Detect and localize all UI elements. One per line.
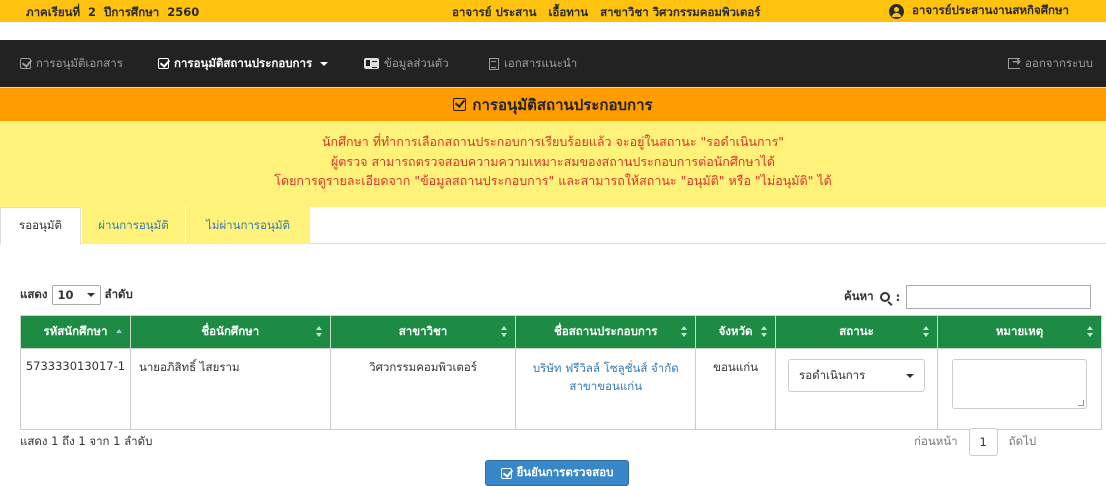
show-label: แสดง [20,287,48,301]
page-length-select[interactable]: 10 [51,285,101,305]
cell-student-id: 573333013017-1 [20,348,131,430]
cell-company: บริษัท ฟรีวิลล์ โซลูชั่นส์ จำกัด สาขาขอน… [515,348,697,430]
top-info-bar: ภาคเรียนที่ 2 ปีการศึกษา 2560 อาจารย์ ปร… [0,0,1106,22]
cell-student-name: นายอภิสิทธิ์ ไสยราม [129,348,331,430]
role-text: อาจารย์ประสานงานสหกิจศึกษา [912,3,1070,17]
search-icon [879,292,890,302]
check-square-icon [158,58,169,69]
chevron-down-icon [86,293,95,297]
search-input[interactable] [906,285,1092,309]
check-square-icon [453,98,467,111]
search-label: ค้นหา [844,289,874,303]
page-number-button[interactable]: 1 [968,428,998,456]
column-header-student-name[interactable]: ชื่อนักศึกษา [129,315,331,349]
status-select[interactable]: รอดำเนินการ [788,359,926,392]
cell-note [937,348,1102,430]
sort-asc-icon [115,326,122,338]
id-card-icon [364,58,379,69]
sort-icon [761,326,768,338]
page-title: การอนุมัติสถานประกอบการ [472,95,653,114]
table-header-row: รหัสนักศึกษา ชื่อนักศึกษา สาขาวิชา ชื่อส… [20,315,1102,349]
nav-label: การอนุมัติเอกสาร [36,55,123,70]
cell-status: รอดำเนินการ [775,348,938,430]
column-header-major[interactable]: สาขาวิชา [329,315,517,349]
semester-text: ภาคเรียนที่ 2 ปีการศึกษา 2560 [26,5,200,19]
nav-label: ข้อมูลส่วนตัว [384,55,449,70]
sort-icon [1087,326,1093,338]
logout-label: ออกจากระบบ [1025,55,1093,70]
page-title-bar: การอนุมัติสถานประกอบการ [0,87,1106,121]
check-square-icon [20,58,31,69]
nav-label: การอนุมัติสถานประกอบการ [174,55,313,70]
sign-out-icon [1008,55,1021,69]
confirm-review-button[interactable]: ยืนยันการตรวจสอบ [485,460,629,486]
sort-icon [501,326,508,338]
company-link[interactable]: บริษัท ฟรีวิลล์ โซลูชั่นส์ จำกัด สาขาขอน… [533,361,679,393]
sort-icon [923,326,929,338]
column-header-status[interactable]: สถานะ [775,315,938,349]
advisor-text: อาจารย์ ประสาน เอื้อทาน สาขาวิชา วิศวกรร… [452,5,761,19]
confirm-label: ยืนยันการตรวจสอบ [516,465,614,479]
cell-province: ขอนแก่น [695,348,777,430]
table-search: ค้นหา : [844,285,1092,309]
unit-label: ลำดับ [104,287,133,301]
column-header-province[interactable]: จังหวัด [695,315,777,349]
nav-item-company-approval[interactable]: การอนุมัติสถานประกอบการ [158,40,329,87]
role-badge: อาจารย์ประสานงานสหกิจศึกษา [889,2,1069,20]
pagination: ก่อนหน้า 1 ถัดไป [914,428,1036,456]
sort-icon [681,326,688,338]
column-header-note[interactable]: หมายเหตุ [937,315,1102,349]
note-textarea[interactable] [952,359,1087,409]
document-icon [489,57,499,70]
table-info: แสดง 1 ถึง 1 จาก 1 ลำดับ [20,434,153,448]
nav-label: เอกสารแนะนำ [504,55,578,70]
chevron-down-icon [320,61,329,66]
nav-item-personal-info[interactable]: ข้อมูลส่วนตัว [364,40,449,87]
sort-icon [315,326,322,338]
user-circle-icon [889,3,904,19]
search-colon: : [895,290,901,304]
notice-line: ผู้ตรวจ สามารถตรวจสอบความความเหมาะสมของส… [330,153,776,169]
column-header-student-id[interactable]: รหัสนักศึกษา [20,315,131,349]
notice-line: โดยการดูรายละเอียดจาก "ข้อมูลสถานประกอบก… [274,173,832,188]
main-navbar: การอนุมัติเอกสาร การอนุมัติสถานประกอบการ… [0,40,1106,87]
tab-approved[interactable]: ผ่านการอนุมัติ [82,207,185,244]
cell-major: วิศวกรรมคอมพิวเตอร์ [329,348,517,430]
status-tabs: รออนุมัติ ผ่านการอนุมัติ ไม่ผ่านการอนุมั… [0,207,1106,245]
tab-pending[interactable]: รออนุมัติ [0,207,81,245]
prev-page-button[interactable]: ก่อนหน้า [914,433,958,451]
column-header-company[interactable]: ชื่อสถานประกอบการ [515,315,697,349]
nav-item-guide-documents[interactable]: เอกสารแนะนำ [489,40,577,87]
tab-rejected[interactable]: ไม่ผ่านการอนุมัติ [186,207,310,244]
next-page-button[interactable]: ถัดไป [1009,433,1037,451]
page-length-control: แสดง 10 ลำดับ [20,285,133,305]
logout-link[interactable]: ออกจากระบบ [1008,40,1093,87]
company-approval-table: รหัสนักศึกษา ชื่อนักศึกษา สาขาวิชา ชื่อส… [20,315,1102,430]
table-row: 573333013017-1 นายอภิสิทธิ์ ไสยราม วิศวก… [20,348,1102,430]
nav-item-document-approval[interactable]: การอนุมัติเอกสาร [20,40,123,87]
chevron-down-icon [906,373,915,378]
page-length-value: 10 [57,288,74,302]
notice-line: นักศึกษา ที่ทำการเลือกสถานประกอบการเรียบ… [321,134,785,149]
status-value: รอดำเนินการ [799,367,866,382]
instruction-notice: นักศึกษา ที่ทำการเลือกสถานประกอบการเรียบ… [0,121,1106,207]
check-square-icon [500,467,512,479]
